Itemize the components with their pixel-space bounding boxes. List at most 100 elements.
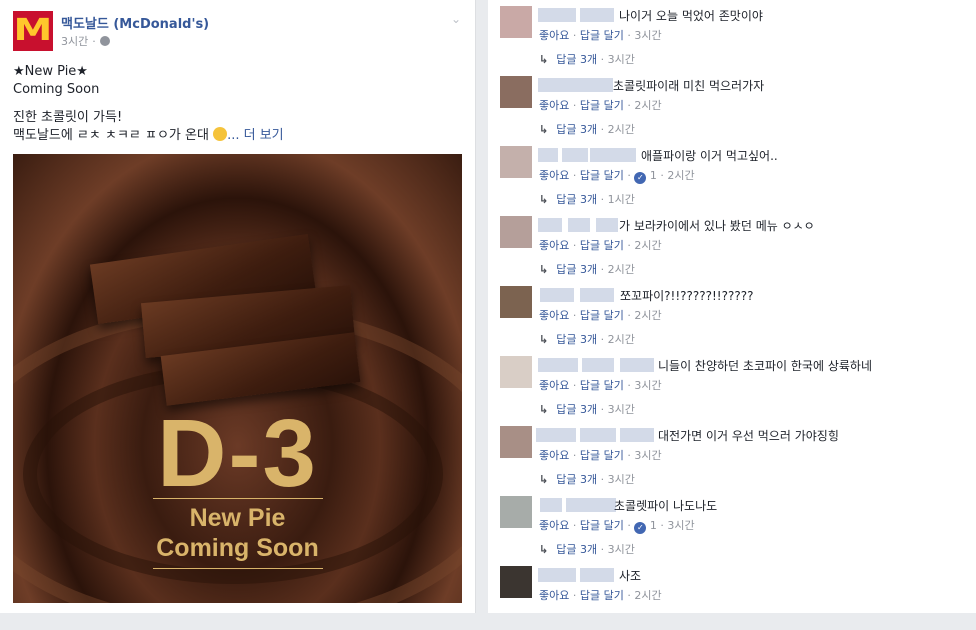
reply-timestamp: 3시간	[607, 53, 635, 66]
like-link[interactable]: 좋아요	[539, 309, 569, 322]
blurred-commenter-name[interactable]	[566, 498, 616, 512]
avatar[interactable]	[500, 6, 532, 38]
separator: ·	[627, 239, 631, 252]
post-line-3: 진한 초콜릿이 가득!	[13, 110, 123, 125]
blurred-commenter-name[interactable]	[538, 78, 576, 92]
view-replies[interactable]: ↳ 답글 3개 · 2시간	[539, 121, 635, 137]
avatar[interactable]	[500, 76, 532, 108]
view-replies[interactable]: ↳ 답글 3개 · 2시간	[539, 261, 635, 277]
mcdonalds-logo-icon[interactable]: M	[13, 11, 53, 51]
blurred-commenter-name[interactable]	[620, 428, 654, 442]
blurred-commenter-name[interactable]	[580, 8, 614, 22]
reply-count-link[interactable]: 답글 3개	[556, 473, 597, 486]
view-replies[interactable]: ↳ 답글 3개 · 3시간	[539, 401, 635, 417]
view-replies[interactable]: ↳ 답글 3개 · 2시간	[539, 331, 635, 347]
view-replies[interactable]: ↳ 답글 3개 · 3시간	[539, 51, 635, 67]
like-link[interactable]: 좋아요	[539, 589, 569, 602]
reply-link[interactable]: 답글 달기	[580, 239, 624, 252]
reply-link[interactable]: 답글 달기	[580, 169, 624, 182]
like-count[interactable]: 1	[650, 169, 657, 182]
blurred-commenter-name[interactable]	[540, 498, 562, 512]
reply-count-link[interactable]: 답글 3개	[556, 123, 597, 136]
post-photo[interactable]: D-3 New Pie Coming Soon	[13, 154, 462, 603]
post-timestamp[interactable]: 3시간	[61, 33, 88, 49]
separator: ·	[600, 53, 605, 66]
blurred-commenter-name[interactable]	[576, 78, 613, 92]
comment-timestamp[interactable]: 2시간	[634, 589, 661, 602]
chevron-down-icon[interactable]: ⌄	[451, 12, 461, 26]
blurred-commenter-name[interactable]	[590, 148, 636, 162]
avatar[interactable]	[500, 146, 532, 178]
avatar[interactable]	[500, 216, 532, 248]
blurred-commenter-name[interactable]	[562, 148, 588, 162]
like-count[interactable]: 1	[650, 519, 657, 532]
separator: ·	[600, 333, 605, 346]
comment-timestamp[interactable]: 3시간	[667, 519, 694, 532]
reply-count-link[interactable]: 답글 3개	[556, 333, 597, 346]
see-more-link[interactable]: ... 더 보기	[227, 128, 284, 143]
reply-count-link[interactable]: 답글 3개	[556, 543, 597, 556]
post-card: M 맥도날드 (McDonald's) 3시간 · ⌄ ★New Pie★ Co…	[0, 0, 476, 613]
like-link[interactable]: 좋아요	[539, 379, 569, 392]
blurred-commenter-name[interactable]	[580, 568, 614, 582]
view-replies[interactable]: ↳ 답글 3개 · 3시간	[539, 541, 635, 557]
reply-link[interactable]: 답글 달기	[580, 99, 624, 112]
comment-text: 초콜렛파이 나도나도	[614, 499, 718, 513]
reply-timestamp: 3시간	[607, 473, 635, 486]
blurred-commenter-name[interactable]	[580, 288, 614, 302]
like-link[interactable]: 좋아요	[539, 99, 569, 112]
blurred-commenter-name[interactable]	[620, 358, 654, 372]
comment-timestamp[interactable]: 3시간	[634, 29, 661, 42]
like-link[interactable]: 좋아요	[539, 29, 569, 42]
like-link[interactable]: 좋아요	[539, 169, 569, 182]
comment-timestamp[interactable]: 2시간	[634, 99, 661, 112]
blurred-commenter-name[interactable]	[580, 428, 616, 442]
separator: ·	[572, 589, 577, 602]
reply-count-link[interactable]: 답글 3개	[556, 403, 597, 416]
separator: ·	[600, 263, 605, 276]
comment-timestamp[interactable]: 2시간	[634, 309, 661, 322]
blurred-commenter-name[interactable]	[538, 148, 558, 162]
reply-count-link[interactable]: 답글 3개	[556, 263, 597, 276]
avatar[interactable]	[500, 426, 532, 458]
blurred-commenter-name[interactable]	[568, 218, 590, 232]
avatar[interactable]	[500, 356, 532, 388]
reply-count-link[interactable]: 답글 3개	[556, 193, 597, 206]
avatar[interactable]	[500, 496, 532, 528]
separator: ·	[572, 449, 577, 462]
reply-link[interactable]: 답글 달기	[580, 519, 624, 532]
reply-link[interactable]: 답글 달기	[580, 589, 624, 602]
blurred-commenter-name[interactable]	[536, 428, 576, 442]
post-meta: 3시간 ·	[61, 33, 110, 49]
separator: ·	[627, 589, 631, 602]
avatar[interactable]	[500, 566, 532, 598]
page-name-link[interactable]: 맥도날드 (McDonald's)	[61, 13, 209, 32]
blurred-commenter-name[interactable]	[582, 358, 614, 372]
blurred-commenter-name[interactable]	[596, 218, 618, 232]
thumbs-up-icon: ✓	[634, 522, 647, 534]
reply-link[interactable]: 답글 달기	[580, 29, 624, 42]
view-replies[interactable]: ↳ 답글 3개 · 3시간	[539, 471, 635, 487]
comment-timestamp[interactable]: 2시간	[634, 239, 661, 252]
separator: ·	[572, 309, 577, 322]
reply-link[interactable]: 답글 달기	[580, 449, 624, 462]
avatar[interactable]	[500, 286, 532, 318]
comment-timestamp[interactable]: 3시간	[634, 379, 661, 392]
blurred-commenter-name[interactable]	[540, 288, 574, 302]
like-link[interactable]: 좋아요	[539, 519, 569, 532]
comment-timestamp[interactable]: 3시간	[634, 449, 661, 462]
comment-actions: 좋아요 · 답글 달기 · 3시간	[539, 27, 662, 43]
blurred-commenter-name[interactable]	[538, 568, 576, 582]
reply-link[interactable]: 답글 달기	[580, 309, 624, 322]
blurred-commenter-name[interactable]	[538, 218, 562, 232]
like-link[interactable]: 좋아요	[539, 239, 569, 252]
separator: ·	[572, 29, 577, 42]
comment-timestamp[interactable]: 2시간	[667, 169, 694, 182]
reply-timestamp: 2시간	[607, 333, 635, 346]
like-link[interactable]: 좋아요	[539, 449, 569, 462]
reply-link[interactable]: 답글 달기	[580, 379, 624, 392]
blurred-commenter-name[interactable]	[538, 8, 576, 22]
view-replies[interactable]: ↳ 답글 3개 · 1시간	[539, 191, 635, 207]
reply-count-link[interactable]: 답글 3개	[556, 53, 597, 66]
blurred-commenter-name[interactable]	[538, 358, 578, 372]
